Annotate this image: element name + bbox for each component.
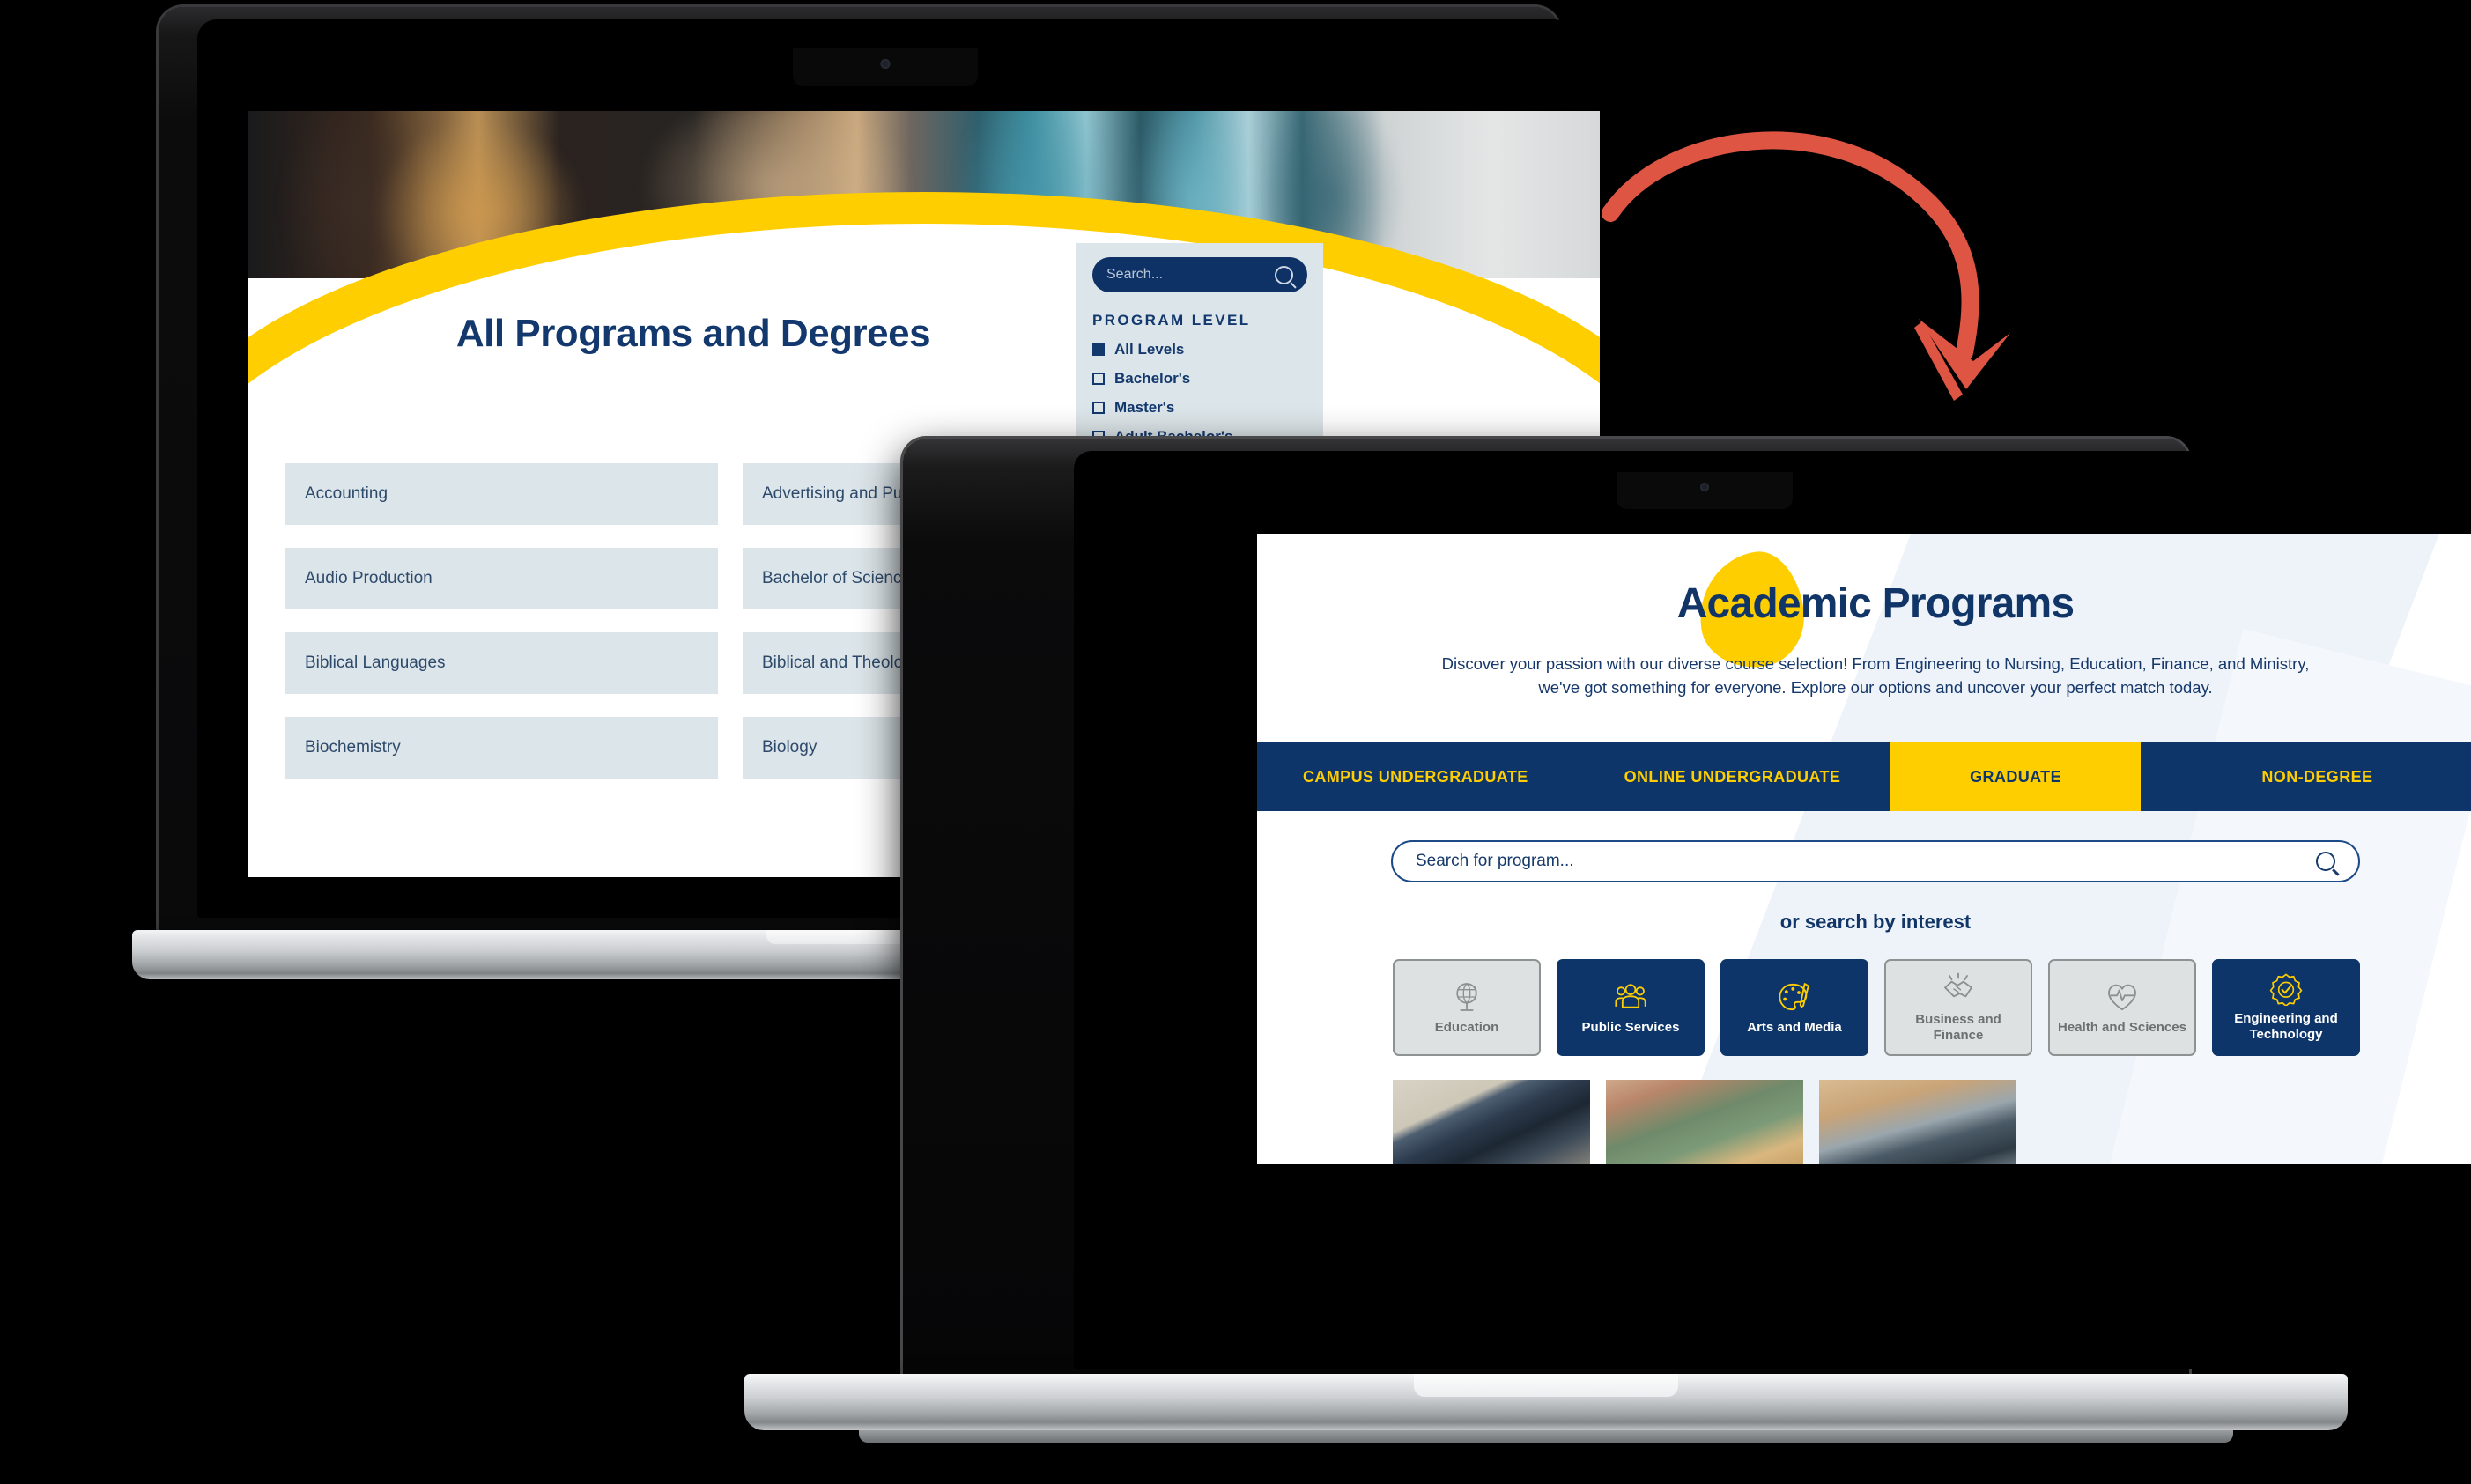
program-search-input[interactable]: Search for program... bbox=[1391, 840, 2360, 882]
photo-card[interactable] bbox=[1393, 1080, 1590, 1164]
interest-card-label: Arts and Media bbox=[1747, 1020, 1842, 1035]
program-level-heading: PROGRAM LEVEL bbox=[1092, 312, 1251, 329]
front-laptop-webcam bbox=[1617, 472, 1793, 509]
back-laptop-webcam bbox=[793, 48, 978, 86]
page-subheading: Discover your passion with our diverse c… bbox=[1441, 654, 2310, 697]
program-photo-cards bbox=[1393, 1080, 2360, 1164]
front-laptop-lid: Academic Programs Discover your passion … bbox=[903, 439, 2471, 1385]
interest-card-label: Engineering and Technology bbox=[2234, 1011, 2338, 1042]
photo-card[interactable] bbox=[1606, 1080, 1803, 1164]
page-header: Academic Programs Discover your passion … bbox=[1257, 534, 2471, 741]
interest-card-public-services[interactable]: Public Services bbox=[1557, 959, 1705, 1056]
program-chip[interactable]: Accounting bbox=[285, 463, 718, 525]
program-chip[interactable]: Audio Production bbox=[285, 548, 718, 609]
interest-category-list: Education Public Services Arts and Media… bbox=[1393, 959, 2360, 1056]
page-title: All Programs and Degrees bbox=[455, 312, 931, 355]
filter-option-label: Master's bbox=[1114, 399, 1175, 416]
front-laptop-base-notch bbox=[1414, 1374, 1678, 1397]
front-laptop-screen: Academic Programs Discover your passion … bbox=[1257, 534, 2471, 1164]
screenshot-canvas: All Programs and Degrees Accounting Adve… bbox=[0, 0, 2471, 1484]
filter-option-masters[interactable]: Master's bbox=[1092, 399, 1307, 417]
search-by-interest-label: or search by interest bbox=[1779, 911, 1972, 933]
tab-graduate[interactable]: GRADUATE bbox=[1890, 742, 2141, 811]
gear-check-icon bbox=[2269, 973, 2303, 1006]
filter-option-label: All Levels bbox=[1114, 341, 1185, 358]
filter-search-input[interactable]: Search... bbox=[1092, 257, 1307, 292]
filter-option-bachelors[interactable]: Bachelor's bbox=[1092, 370, 1307, 388]
front-laptop-device: Academic Programs Discover your passion … bbox=[744, 439, 2471, 1482]
search-icon[interactable] bbox=[2316, 852, 2335, 871]
tab-online-undergraduate[interactable]: ONLINE UNDERGRADUATE bbox=[1574, 742, 1891, 811]
curved-arrow-icon bbox=[1602, 131, 2010, 401]
tab-campus-undergraduate[interactable]: CAMPUS UNDERGRADUATE bbox=[1257, 742, 1574, 811]
filter-panel: Search... PROGRAM LEVEL All Levels Bache… bbox=[1076, 243, 1323, 472]
program-chip[interactable]: Biblical Languages bbox=[285, 632, 718, 694]
search-icon bbox=[1275, 265, 1293, 284]
interest-card-business-and-finance[interactable]: Business and Finance bbox=[1884, 959, 2032, 1056]
interest-card-arts-and-media[interactable]: Arts and Media bbox=[1720, 959, 1868, 1056]
front-laptop-bezel: Academic Programs Discover your passion … bbox=[1074, 451, 2471, 1369]
front-laptop-base bbox=[744, 1374, 2348, 1443]
interest-card-health-and-sciences[interactable]: Health and Sciences bbox=[2048, 959, 2196, 1056]
people-group-icon bbox=[1615, 984, 1646, 1008]
paint-palette-icon bbox=[1779, 983, 1809, 1011]
interest-card-engineering-and-technology[interactable]: Engineering and Technology bbox=[2212, 959, 2360, 1056]
checkbox-icon[interactable] bbox=[1092, 373, 1105, 385]
interest-card-label: Public Services bbox=[1581, 1020, 1680, 1035]
handshake-icon bbox=[1944, 972, 1972, 998]
program-level-tabs: CAMPUS UNDERGRADUATE ONLINE UNDERGRADUAT… bbox=[1257, 742, 2471, 811]
page-heading: Academic Programs bbox=[1676, 580, 2075, 627]
filter-option-label: Bachelor's bbox=[1114, 370, 1191, 387]
filter-search-placeholder: Search... bbox=[1106, 267, 1164, 282]
checkbox-icon[interactable] bbox=[1092, 343, 1105, 356]
interest-card-education[interactable]: Education bbox=[1393, 959, 1541, 1056]
interest-card-label: Business and Finance bbox=[1915, 1012, 2001, 1043]
interest-card-label: Education bbox=[1434, 1020, 1499, 1035]
program-chip[interactable]: Biochemistry bbox=[285, 717, 718, 779]
tab-non-degree[interactable]: NON-DEGREE bbox=[2141, 742, 2471, 811]
checkbox-icon[interactable] bbox=[1092, 402, 1105, 414]
interest-card-label: Health and Sciences bbox=[2058, 1020, 2186, 1035]
heart-pulse-icon bbox=[2108, 984, 2136, 1011]
front-laptop-base-shadow bbox=[859, 1430, 2233, 1443]
photo-card[interactable] bbox=[1819, 1080, 2016, 1164]
program-search-placeholder: Search for program... bbox=[1416, 852, 1574, 870]
globe-icon bbox=[1456, 983, 1477, 1011]
filter-option-all-levels[interactable]: All Levels bbox=[1092, 341, 1307, 358]
